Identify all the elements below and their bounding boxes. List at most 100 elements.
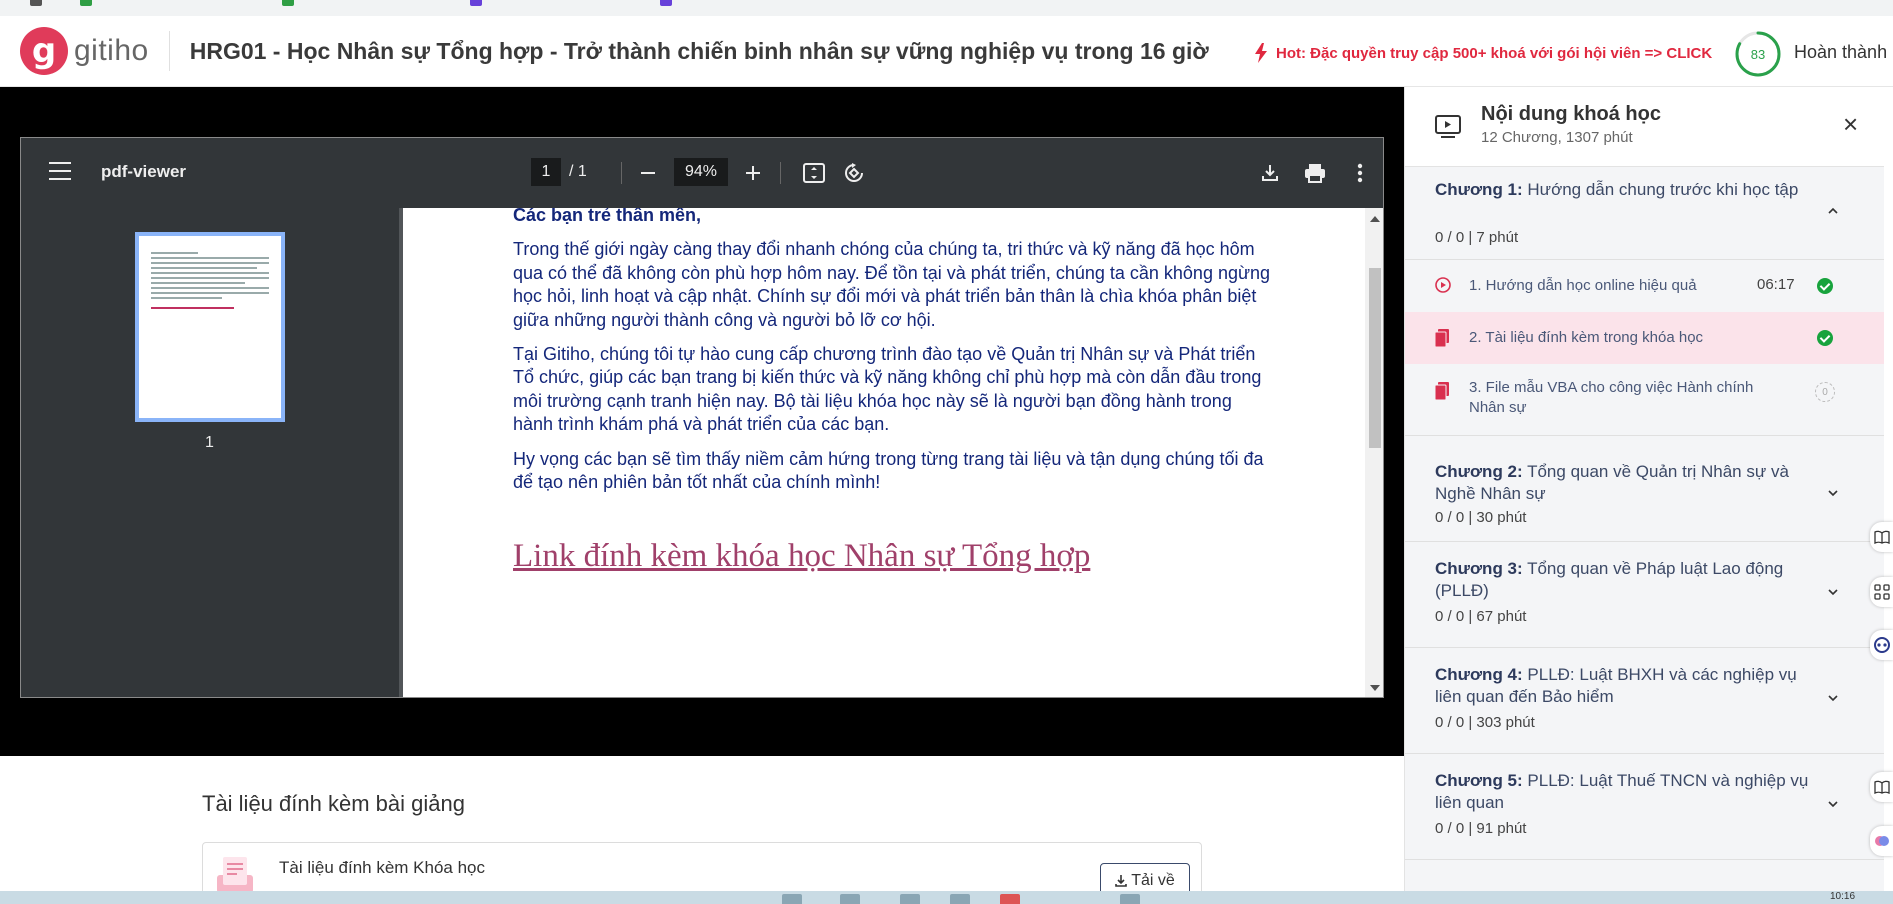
more-options-button[interactable] [1345,158,1375,188]
attachment-title: Tài liệu đính kèm Khóa học [279,858,486,877]
lesson-title: 2. Tài liệu đính kèm trong khóa học [1469,329,1704,346]
document-file-icon [217,857,253,893]
chapter-2[interactable]: Chương 2: Tổng quan về Quản trị Nhân sự … [1405,449,1884,542]
taskbar-app-icon[interactable] [950,894,970,904]
browser-tab-strip [0,0,1893,16]
chapter-5[interactable]: Chương 5: PLLĐ: Luật Thuế TNCN và nghiệp… [1405,754,1884,860]
scroll-up-arrow-icon[interactable] [1370,216,1380,222]
chevron-down-icon[interactable] [1827,586,1839,598]
tab-icon[interactable] [80,0,92,6]
chapter-meta: 0 / 0 | 303 phút [1435,714,1535,731]
page-indicator: 1 / 1 [531,158,587,186]
chapter-title: Chương 2: Tổng quan về Quản trị Nhân sự … [1435,462,1789,503]
zoom-in-button[interactable] [738,158,768,188]
attachments-heading: Tài liệu đính kèm bài giảng [202,791,465,816]
pdf-page: Các bạn trẻ thân mến, Trong thế giới ngà… [403,208,1365,697]
chapter-3[interactable]: Chương 3: Tổng quan về Pháp luật Lao độn… [1405,542,1884,648]
taskbar-app-icon[interactable] [1000,894,1020,904]
video-lesson-icon [1435,115,1461,138]
sidebar-header: Nội dung khoá học 12 Chương, 1307 phút × [1405,87,1884,167]
fit-page-icon [803,163,825,183]
chapter-title: Chương 5: PLLĐ: Luật Thuế TNCN và nghiệp… [1435,771,1809,812]
membership-promo-link[interactable]: Hot: Đặc quyền truy cập 500+ khoá với gó… [1254,43,1712,63]
course-progress-ring: 83 [1734,30,1782,78]
course-title: HRG01 - Học Nhân sự Tổng hợp - Trở thành… [189,37,1209,64]
download-button[interactable] [1255,158,1285,188]
lesson-item[interactable]: 3. File mẫu VBA cho công việc Hành chính… [1405,364,1884,436]
logo-mark-icon: g [20,27,68,75]
lesson-player: pdf-viewer 1 / 1 94% 1 Các bạn trẻ thân … [0,87,1404,756]
chevron-down-icon[interactable] [1827,798,1839,810]
paragraph: Hy vọng các bạn sẽ tìm thấy niềm cảm hứn… [513,448,1264,493]
tab-icon[interactable] [470,0,482,6]
pdf-document-name: pdf-viewer [101,162,187,181]
letter-greeting: Các bạn trẻ thân mến, [513,208,702,225]
fit-to-page-button[interactable] [799,158,829,188]
page-number-input[interactable]: 1 [531,158,561,186]
lesson-title: 3. File mẫu VBA cho công việc Hành chính… [1469,379,1754,416]
chapter-title: Chương 3: Tổng quan về Pháp luật Lao độn… [1435,559,1784,600]
lesson-progress-indicator: 0 [1815,382,1835,402]
lesson-item-active[interactable]: 2. Tài liệu đính kèm trong khóa học [1405,312,1884,364]
rotate-button[interactable] [839,158,869,188]
print-icon [1305,164,1325,183]
chapter-meta: 0 / 0 | 30 phút [1435,509,1527,526]
paragraph: Trong thế giới ngày càng thay đổi nhanh … [513,239,1271,330]
tab-icon[interactable] [660,0,672,6]
chapter-title: Chương 4: PLLĐ: Luật BHXH và các nghiệp … [1435,665,1797,706]
chapter-title: Chương 1: Hướng dẫn chung trước khi học … [1435,180,1799,199]
lesson-item[interactable]: 1. Hướng dẫn học online hiệu quả 06:17 [1405,260,1884,312]
thumbnail-page-number: 1 [205,434,214,451]
rotate-icon [845,163,863,182]
apps-grid-icon[interactable] [1870,577,1893,607]
chevron-down-icon[interactable] [1827,692,1839,704]
taskbar-app-icon[interactable] [1120,894,1140,904]
course-content-sidebar: Nội dung khoá học 12 Chương, 1307 phút ×… [1404,87,1884,891]
scrollbar-thumb[interactable] [1369,268,1381,448]
logo-text: gitiho [74,34,149,67]
book-icon[interactable] [1870,522,1893,552]
assistant-bot-icon[interactable] [1870,630,1893,660]
chevron-down-icon[interactable] [1827,487,1839,499]
close-icon[interactable]: × [1843,109,1858,140]
play-circle-icon [1435,277,1451,293]
paragraph: Tại Gitiho, chúng tôi tự hào cung cấp ch… [513,344,1262,435]
chapter-4[interactable]: Chương 4: PLLĐ: Luật BHXH và các nghiệp … [1405,648,1884,754]
os-taskbar: 10:16 [0,891,1893,904]
download-icon [1115,875,1128,887]
download-label: Tải về [1131,872,1175,889]
pdf-scrollbar[interactable] [1365,208,1383,697]
book-open-icon[interactable] [1870,772,1893,802]
zoom-out-button[interactable] [633,158,663,188]
taskbar-app-icon[interactable] [840,894,860,904]
page-thumbnail[interactable] [135,232,285,422]
tab-icon[interactable] [282,0,294,6]
chapter-meta: 0 / 0 | 67 phút [1435,608,1527,625]
gitiho-logo[interactable]: g gitiho [20,27,149,75]
chapter-meta: 0 / 0 | 91 phút [1435,820,1527,837]
thumbnail-sidebar: 1 [21,208,399,697]
chevron-up-icon[interactable] [1827,205,1839,217]
taskbar-app-icon[interactable] [900,894,920,904]
scroll-down-arrow-icon[interactable] [1370,685,1380,691]
brain-icon[interactable] [1870,826,1893,856]
taskbar-app-icon[interactable] [782,894,802,904]
completed-check-icon [1817,278,1833,294]
minus-icon [641,172,655,174]
chapter-meta: 0 / 0 | 7 phút [1435,229,1519,246]
pdf-toolbar: pdf-viewer 1 / 1 94% [21,138,1383,208]
lesson-duration: 06:17 [1757,276,1795,293]
print-button[interactable] [1300,158,1330,188]
download-icon [1262,165,1278,181]
tab-icon[interactable] [30,0,42,6]
lesson-title: 1. Hướng dẫn học online hiệu quả [1469,277,1697,294]
document-icon [1435,382,1449,400]
course-attachment-link[interactable]: Link đính kèm khóa học Nhân sự Tổng hợp [513,536,1273,576]
chapter-1[interactable]: Chương 1: Hướng dẫn chung trước khi học … [1405,167,1884,260]
zoom-level-input[interactable]: 94% [674,158,728,186]
sidebar-title: Nội dung khoá học [1481,103,1661,125]
plus-icon [746,166,760,180]
menu-icon[interactable] [49,162,71,180]
complete-button[interactable]: Hoàn thành [1794,42,1887,63]
progress-value: 83 [1750,46,1766,62]
